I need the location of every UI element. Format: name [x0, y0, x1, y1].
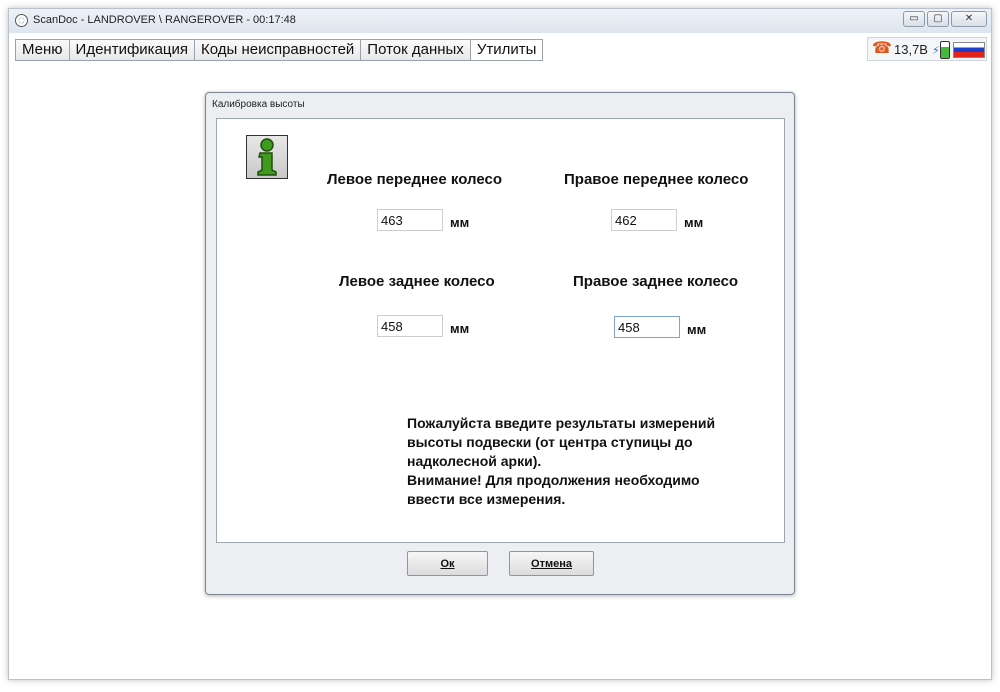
front-right-label: Правое переднее колесо [564, 171, 749, 188]
battery-icon [940, 41, 950, 59]
message-line: ввести все измерения. [407, 491, 566, 507]
minimize-button[interactable]: ▭ [903, 11, 925, 27]
tab-utilities[interactable]: Утилиты [469, 39, 544, 61]
rear-right-label: Правое заднее колесо [573, 273, 739, 290]
tab-menu[interactable]: Меню [15, 39, 69, 61]
menu-bar: Меню Идентификация Коды неисправностей П… [15, 39, 544, 61]
info-icon [246, 135, 288, 179]
voltage-readout: 13,7В [894, 42, 928, 57]
tab-identification[interactable]: Идентификация [68, 39, 195, 61]
ok-button[interactable]: Ок [407, 551, 488, 576]
rear-left-input[interactable] [377, 315, 443, 337]
instruction-message: Пожалуйста введите результаты измерений … [407, 414, 767, 509]
app-icon [15, 14, 28, 27]
message-line: Внимание! Для продолжения необходимо [407, 472, 700, 488]
phone-icon: ☎ [872, 40, 892, 57]
front-right-input[interactable] [611, 209, 677, 231]
front-right-unit: мм [684, 215, 704, 230]
rear-right-input[interactable] [614, 316, 680, 338]
status-area: ☎ 13,7В ⚡ [867, 37, 987, 61]
rear-left-unit: мм [450, 321, 470, 336]
russian-flag-icon[interactable] [953, 42, 985, 58]
plug-icon: ⚡ [932, 45, 940, 57]
rear-left-label: Левое заднее колесо [339, 273, 495, 290]
window-title: ScanDoc - LANDROVER \ RANGEROVER - 00:17… [33, 14, 296, 26]
height-calibration-dialog: Калибровка высоты Левое переднее колесо … [205, 92, 795, 595]
dialog-title: Калибровка высоты [212, 99, 305, 110]
cancel-button[interactable]: Отмена [509, 551, 594, 576]
tab-data-stream[interactable]: Поток данных [360, 39, 470, 61]
front-left-input[interactable] [377, 209, 443, 231]
maximize-button[interactable]: ▢ [927, 11, 949, 27]
message-line: надколесной арки). [407, 453, 542, 469]
title-bar: ScanDoc - LANDROVER \ RANGEROVER - 00:17… [9, 9, 991, 33]
front-left-label: Левое переднее колесо [327, 171, 502, 188]
message-line: высоты подвески (от центра ступицы до [407, 434, 693, 450]
rear-right-unit: мм [687, 322, 707, 337]
message-line: Пожалуйста введите результаты измерений [407, 415, 716, 431]
close-button[interactable]: ✕ [951, 11, 987, 27]
dialog-content: Левое переднее колесо мм Правое переднее… [216, 118, 785, 543]
tab-fault-codes[interactable]: Коды неисправностей [194, 39, 361, 61]
front-left-unit: мм [450, 215, 470, 230]
